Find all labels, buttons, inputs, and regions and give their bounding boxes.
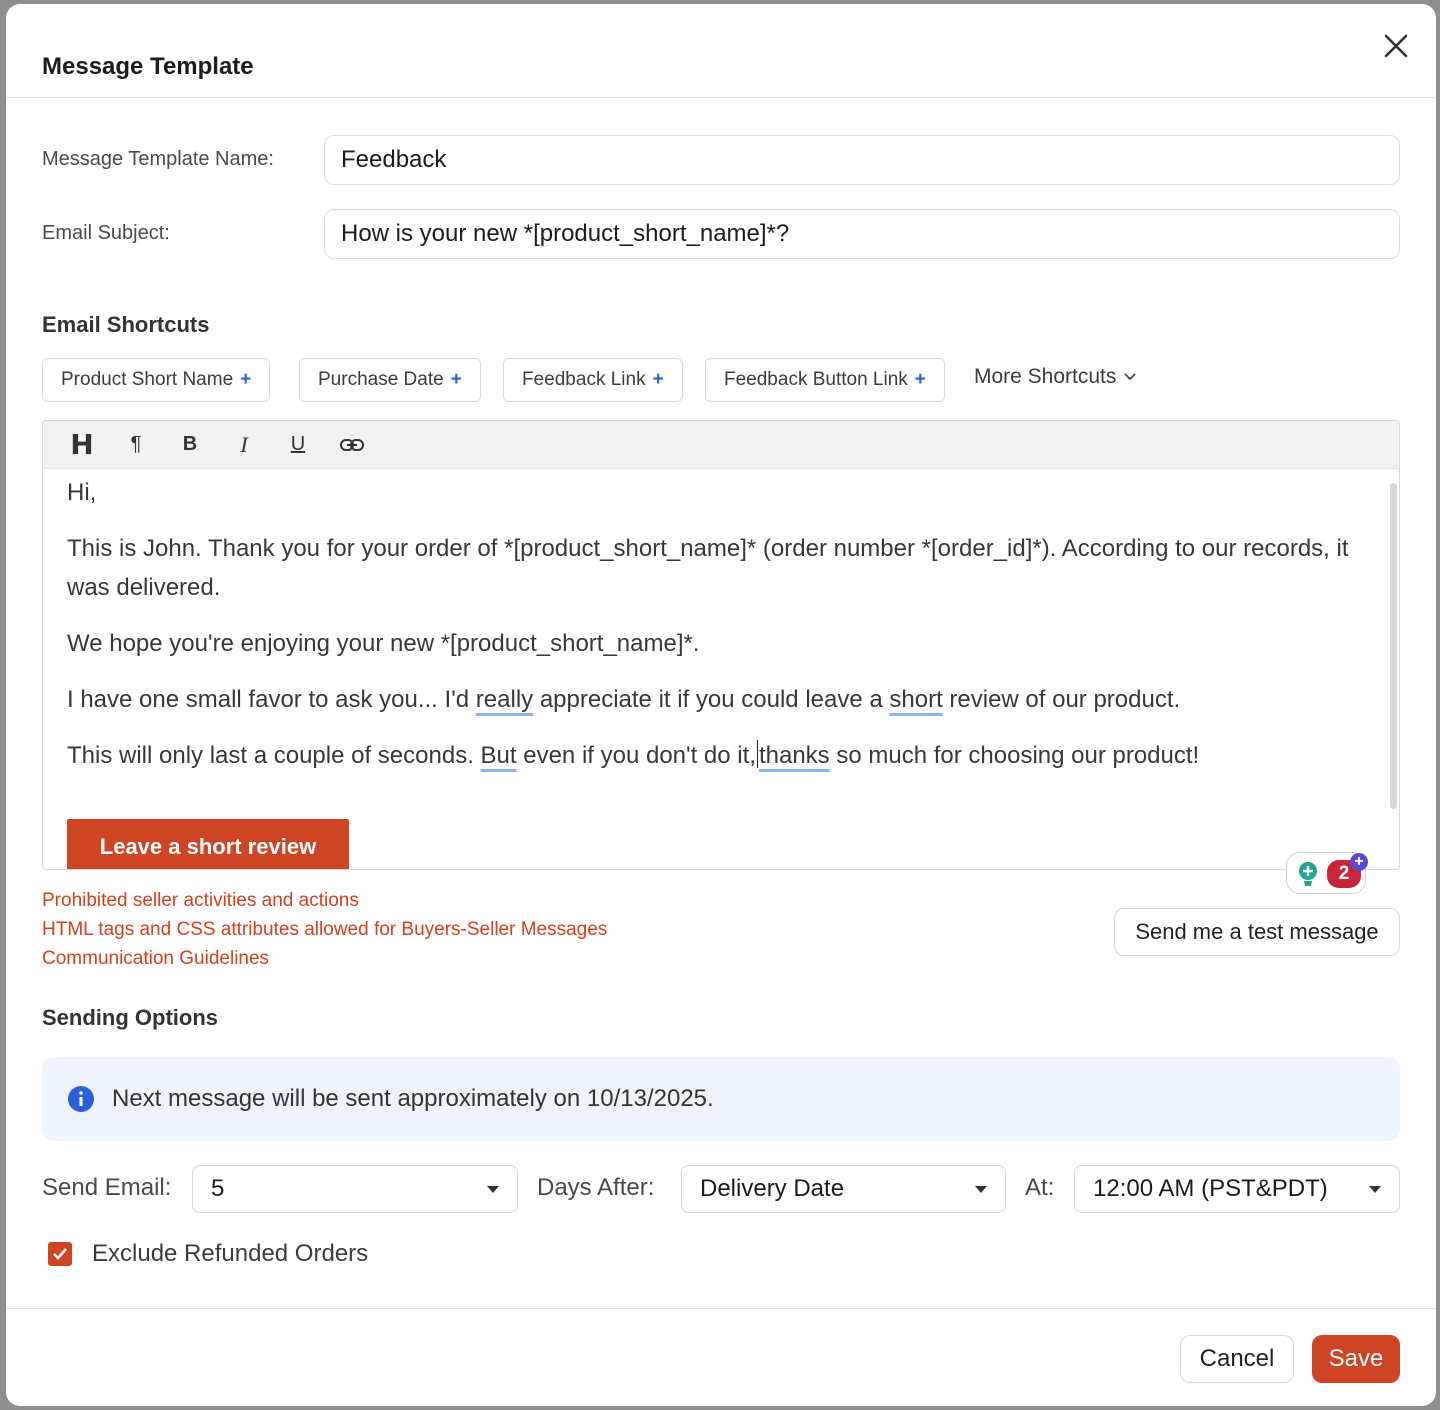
more-shortcuts-label: More Shortcuts [974,365,1117,388]
editor-paragraph-1: This is John. Thank you for your order o… [67,535,1349,601]
close-icon[interactable] [1382,32,1410,60]
editor-scrollbar[interactable] [1390,483,1397,809]
spellcheck-word: really [475,686,534,713]
days-after-label: Days After: [537,1174,655,1201]
chip-label: Feedback Link [522,369,646,390]
chip-label: Feedback Button Link [724,369,908,390]
italic-button[interactable]: I [217,425,271,465]
shortcut-feedback-button-link[interactable]: Feedback Button Link + [705,358,945,402]
modal-header: Message Template [6,4,1436,98]
plus-icon: + [652,369,664,390]
select-value: 5 [211,1175,225,1202]
bold-button[interactable]: B [163,425,217,465]
send-email-select[interactable]: 5 [192,1165,518,1213]
editor-paragraph-2: We hope you're enjoying your new *[produ… [67,630,700,657]
shortcut-feedback-link[interactable]: Feedback Link + [503,358,683,402]
editor-paragraph-4: This will only last a couple of seconds.… [67,736,1369,775]
dropdown-caret-icon [1369,1186,1381,1193]
more-shortcuts-dropdown[interactable]: More Shortcuts [974,365,1137,389]
exclude-refunded-label: Exclude Refunded Orders [92,1240,369,1267]
plus-icon: + [914,369,926,390]
prohibited-activities-link[interactable]: Prohibited seller activities and actions [42,890,359,912]
email-shortcuts-title: Email Shortcuts [42,312,210,337]
modal-title: Message Template [42,53,254,80]
checkmark-icon [53,1248,67,1260]
text-span: even if you don't do it, [516,742,756,769]
text-cursor [756,740,758,768]
text-span: This will only last a couple of seconds. [67,742,481,769]
editor-greeting: Hi, [67,479,97,506]
chevron-down-icon [1124,373,1137,381]
shortcut-purchase-date[interactable]: Purchase Date + [299,358,481,402]
link-icon[interactable] [325,425,379,465]
at-label: At: [1025,1174,1055,1201]
select-value: Delivery Date [700,1175,845,1202]
cancel-button[interactable]: Cancel [1180,1335,1294,1383]
info-icon [68,1086,94,1112]
info-banner: Next message will be sent approximately … [42,1057,1400,1141]
chip-label: Purchase Date [318,369,444,390]
grammar-extension-widget[interactable]: 2 + [1286,852,1368,894]
leave-review-button[interactable]: Leave a short review [67,819,349,869]
chip-label: Product Short Name [61,369,234,390]
email-subject-label: Email Subject: [42,222,170,244]
editor-paragraph-3: I have one small favor to ask you... I'd… [67,680,1369,719]
heading-button[interactable]: H [55,425,109,465]
lightbulb-icon [1299,862,1317,886]
paragraph-button[interactable]: ¶ [109,425,163,465]
dropdown-caret-icon [975,1186,987,1193]
send-time-select[interactable]: 12:00 AM (PST&PDT) [1074,1165,1400,1213]
html-tags-link[interactable]: HTML tags and CSS attributes allowed for… [42,919,607,941]
exclude-refunded-checkbox[interactable] [48,1242,72,1266]
spellcheck-word: thanks [758,742,830,769]
text-span: I have one small favor to ask you... I'd [67,686,476,713]
info-text: Next message will be sent approximately … [112,1085,714,1112]
plus-icon: + [240,369,252,390]
underline-button[interactable]: U [271,425,325,465]
shortcut-product-short-name[interactable]: Product Short Name + [42,358,271,402]
dropdown-caret-icon [487,1186,499,1193]
text-span: review of our product. [942,686,1181,713]
editor-content[interactable]: Hi, This is John. Thank you for your ord… [67,473,1369,792]
send-test-message-button[interactable]: Send me a test message [1114,908,1400,956]
plus-icon: + [1350,853,1368,871]
days-after-select[interactable]: Delivery Date [681,1165,1006,1213]
communication-guidelines-link[interactable]: Communication Guidelines [42,948,269,970]
message-editor: H ¶ B I U Hi, This is John. Thank you fo… [42,420,1400,870]
editor-toolbar: H ¶ B I U [43,421,1399,469]
text-span: appreciate it if you could leave a [533,686,890,713]
template-name-input[interactable]: Feedback [324,135,1400,185]
plus-icon: + [450,369,462,390]
send-email-label: Send Email: [42,1174,172,1201]
text-span: so much for choosing our product! [829,742,1200,769]
template-name-label: Message Template Name: [42,148,274,170]
spellcheck-word: short [889,686,943,713]
sending-options-title: Sending Options [42,1005,218,1030]
select-value: 12:00 AM (PST&PDT) [1093,1175,1328,1202]
save-button[interactable]: Save [1312,1335,1400,1383]
modal-footer: Cancel Save [6,1308,1436,1406]
email-subject-input[interactable]: How is your new *[product_short_name]*? [324,209,1400,259]
spellcheck-word: But [480,742,517,769]
message-template-modal: Message Template Message Template Name: … [6,4,1436,1406]
